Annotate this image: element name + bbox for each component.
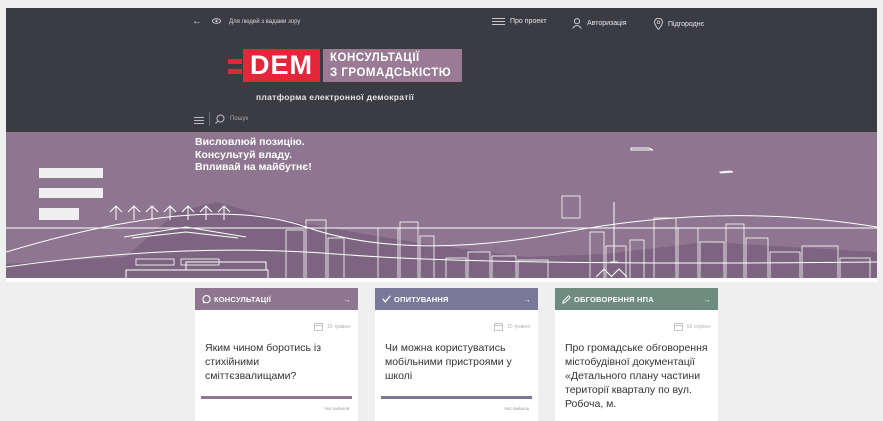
card-label: ОБГОВОРЕННЯ НПА [574,294,654,304]
platform-tagline: платформа електронної демократії [256,92,415,102]
card-date-text: 15 травня [507,323,530,330]
search-icon [215,114,225,124]
card-title[interactable]: Чи можна користуватись мобільними пристр… [375,331,538,383]
city-label: Підгороднє [668,20,705,28]
location-pin-icon [654,18,663,30]
speech-bubble-icon [202,294,211,304]
logo-stripes [228,59,242,79]
eye-icon[interactable] [212,18,221,24]
card-date-text: 16 травня [327,323,350,330]
logo-subtitle-line2: З ГРОМАДСЬКІСТЮ [330,67,452,79]
card-status: Час вийшов [324,406,349,411]
card-header[interactable]: ОБГОВОРЕННЯ НПА → [555,288,718,310]
user-icon [572,18,582,29]
top-header: ← Для людей з вадами зору Про проект Авт… [6,8,877,132]
npa-discussion-card[interactable]: ОБГОВОРЕННЯ НПА → 03 серпня Про громадсь… [555,288,718,421]
calendar-icon [494,323,503,331]
menu-lines-icon [492,18,505,25]
logo-subtitle[interactable]: КОНСУЛЬТАЦІЇ З ГРОМАДСЬКІСТЮ [323,49,462,82]
hero-banner: Висловлюй позицію. Консультуй владу. Впл… [6,132,877,282]
hero-line-1: Висловлюй позицію. [195,136,305,148]
login-label: Авторизація [587,20,627,27]
about-label: Про проект [510,18,547,25]
progress-bar [381,396,532,399]
card-label: ОПИТУВАННЯ [394,294,449,304]
calendar-icon [673,323,683,331]
card-header[interactable]: КОНСУЛЬТАЦІЇ → [195,288,358,310]
card-date: 03 серпня [555,310,718,331]
polls-card[interactable]: ОПИТУВАННЯ → 15 травня Чи можна користув… [375,288,538,421]
card-title[interactable]: Про громадське обговорення містобудівної… [555,331,718,411]
cards-section: КОНСУЛЬТАЦІЇ → 16 травня Яким чином боро… [6,282,877,421]
search-placeholder: Пошук [230,116,249,122]
hero-line-3: Впливай на майбутнє! [195,161,312,173]
arrow-right-icon[interactable]: → [343,295,351,304]
login-link[interactable]: Авторизація [572,18,627,29]
card-date: 16 травня [195,310,358,331]
city-skyline-illustration [6,132,877,282]
about-link[interactable]: Про проект [492,18,547,25]
card-title[interactable]: Яким чином боротись із стихійними сміттє… [195,331,358,383]
check-icon [382,295,391,303]
hero-slogan: Висловлюй позицію. Консультуй владу. Впл… [195,136,312,174]
search-input[interactable]: Пошук [215,114,248,124]
accessibility-link[interactable]: Для людей з вадами зору [229,19,300,25]
arrow-right-icon[interactable]: → [523,295,531,304]
arrow-right-icon[interactable]: → [703,295,711,304]
pen-icon [562,294,571,304]
progress-bar [201,396,352,399]
card-header[interactable]: ОПИТУВАННЯ → [375,288,538,310]
page-frame: ← Для людей з вадами зору Про проект Авт… [6,8,877,421]
hero-line-2: Консультуй владу. [195,148,292,161]
divider [209,112,210,126]
calendar-icon [314,323,323,331]
hamburger-menu-icon[interactable] [194,117,204,124]
card-date: 15 травня [375,310,538,331]
city-selector[interactable]: Підгороднє [654,18,704,30]
logo-subtitle-line1: КОНСУЛЬТАЦІЇ [330,52,420,64]
card-status: Час вийшов [504,406,529,411]
card-label: КОНСУЛЬТАЦІЇ [214,294,271,304]
logo-dem[interactable]: DEM [243,49,320,82]
card-date-text: 03 серпня [686,323,710,330]
consultations-card[interactable]: КОНСУЛЬТАЦІЇ → 16 травня Яким чином боро… [195,288,358,421]
arrow-left-icon[interactable]: ← [192,16,202,27]
